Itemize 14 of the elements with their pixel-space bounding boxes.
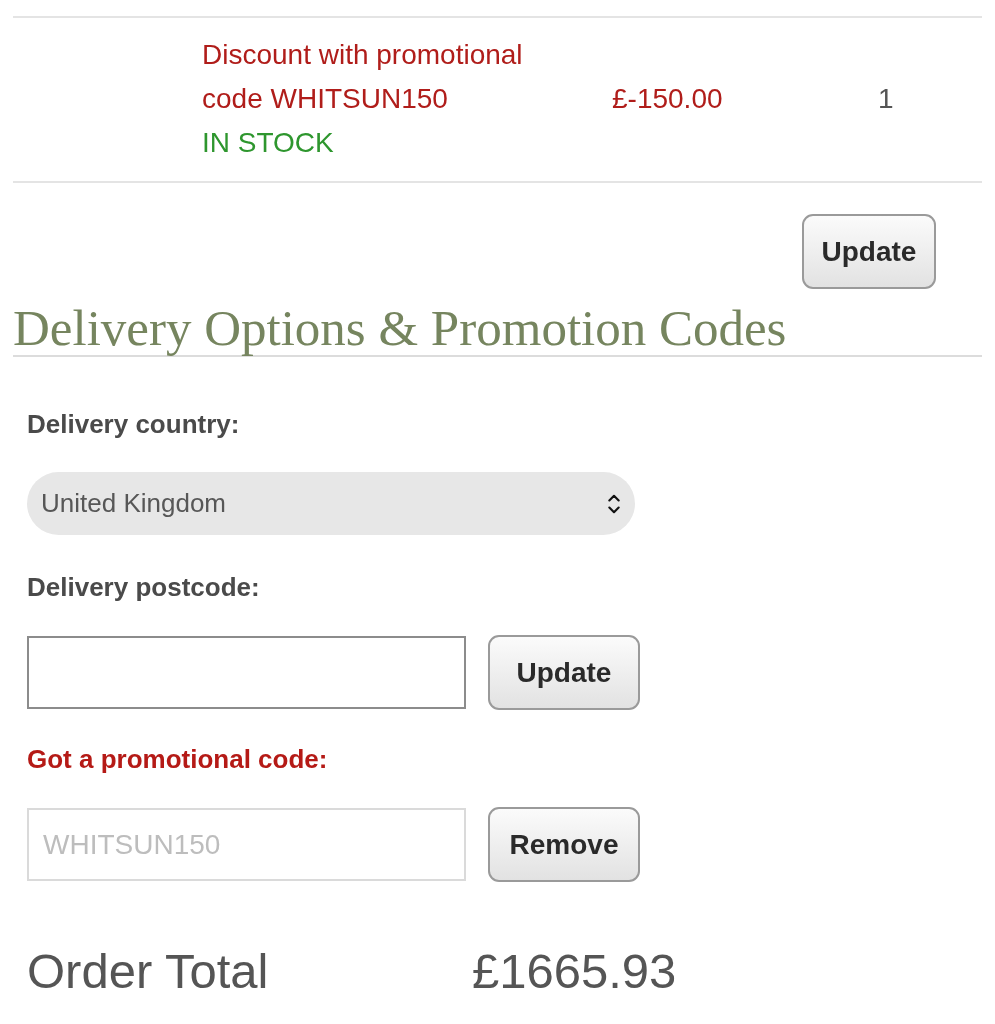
update-button[interactable]: Update [802,214,936,289]
field-label: Delivery postcode: [27,571,260,603]
order-total-amount: £1665.93 [472,943,678,999]
action-button[interactable]: Update [488,635,640,710]
item-quantity: 1 [877,82,895,116]
country-select[interactable]: United Kingdom [27,472,635,535]
section-heading: Delivery Options & Promotion Codes [13,301,982,357]
field-label: Delivery country: [27,408,240,440]
item-price: £-150.00 [612,82,723,116]
item-description: Discount with promotional code WHITSUN150 [202,38,524,116]
field-label: Got a promotional code: [27,743,328,775]
input-field[interactable] [27,636,466,709]
stock-status: IN STOCK [202,126,335,160]
order-total-label: Order Total [27,943,270,999]
